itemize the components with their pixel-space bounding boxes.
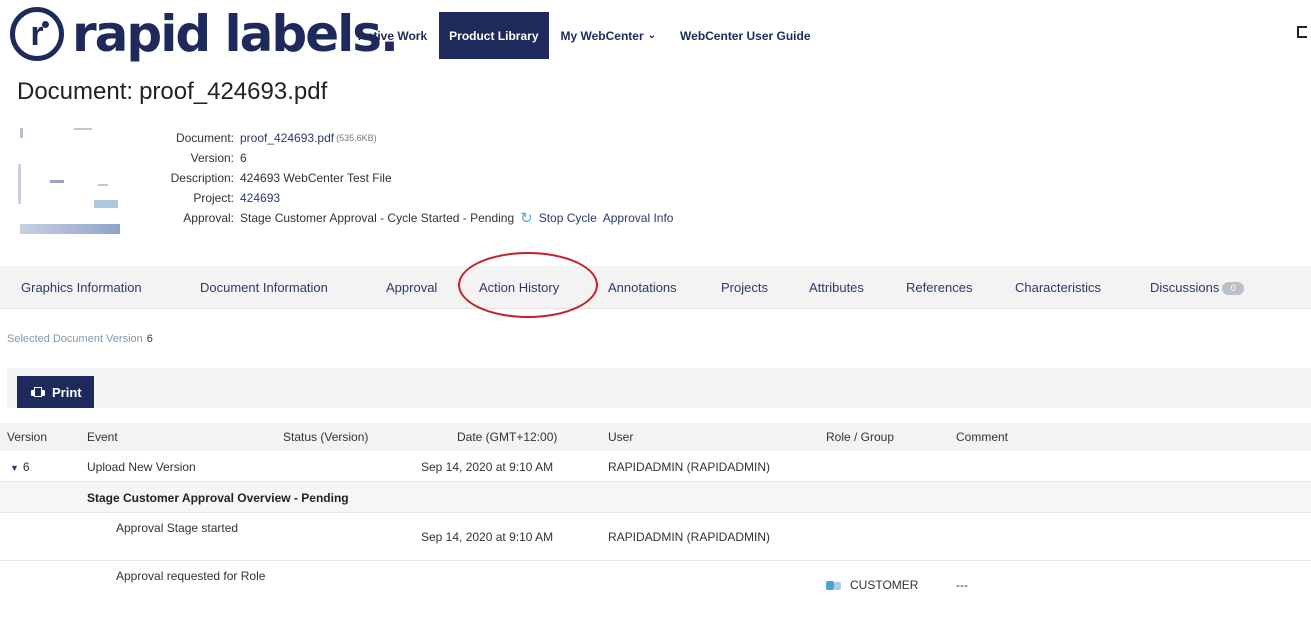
nav-user-guide[interactable]: WebCenter User Guide <box>668 12 822 59</box>
table-row[interactable]: Approval requested for Role CUSTOMER --- <box>0 561 1311 608</box>
nav-my-webcenter[interactable]: My WebCenter ⌄ <box>549 12 669 59</box>
tab-references[interactable]: References <box>906 280 972 295</box>
refresh-icon[interactable]: ↻ <box>520 209 533 227</box>
meta-approval-row: Approval: Stage Customer Approval - Cycl… <box>183 209 674 227</box>
tab-document-information[interactable]: Document Information <box>200 280 328 295</box>
chevron-down-icon: ⌄ <box>647 30 657 41</box>
discussions-count-badge: 0 <box>1222 282 1245 296</box>
document-metadata: Document: proof_424693.pdf (535.6KB) Ver… <box>140 128 674 228</box>
document-thumbnail[interactable] <box>16 124 124 240</box>
meta-document-row: Document: proof_424693.pdf (535.6KB) <box>175 131 377 145</box>
brand-logo[interactable]: r rapid labels. <box>10 4 399 64</box>
tab-annotations[interactable]: Annotations <box>608 280 677 295</box>
print-button[interactable]: Print <box>17 376 94 408</box>
tab-projects[interactable]: Projects <box>721 280 768 295</box>
nav-product-library[interactable]: Product Library <box>439 12 549 59</box>
tab-characteristics[interactable]: Characteristics <box>1015 280 1101 295</box>
meta-version-row: Version: 6 <box>190 151 247 165</box>
action-history-table: Version Event Status (Version) Date (GMT… <box>0 423 1311 608</box>
top-header: r rapid labels. Active Work Product Libr… <box>0 0 1311 68</box>
main-nav: Active Work Product Library My WebCenter… <box>346 12 823 59</box>
meta-description-row: Description: 424693 WebCenter Test File <box>170 171 392 185</box>
tab-graphics-information[interactable]: Graphics Information <box>21 280 142 295</box>
printer-icon <box>31 386 45 398</box>
document-file-link[interactable]: proof_424693.pdf <box>240 131 334 145</box>
table-row[interactable]: ▼ 6 Upload New Version Sep 14, 2020 at 9:… <box>0 451 1311 482</box>
title-label: Document: <box>17 78 134 105</box>
document-file-size: (535.6KB) <box>336 133 377 143</box>
version-toggle[interactable]: ▼ 6 <box>10 460 30 474</box>
approval-info-link[interactable]: Approval Info <box>603 211 674 225</box>
history-toolbar: Print <box>7 368 1311 408</box>
logo-mark: r <box>10 7 64 61</box>
tab-discussions[interactable]: Discussions 0 <box>1150 280 1245 296</box>
table-header: Version Event Status (Version) Date (GMT… <box>0 423 1311 451</box>
table-row[interactable]: Approval Stage started Sep 14, 2020 at 9… <box>0 513 1311 561</box>
nav-active-work[interactable]: Active Work <box>346 12 439 59</box>
role-group-icon <box>826 580 842 591</box>
project-link[interactable]: 424693 <box>240 191 280 205</box>
stage-group-row[interactable]: Stage Customer Approval Overview - Pendi… <box>0 482 1311 513</box>
tab-approval[interactable]: Approval <box>386 280 437 295</box>
triangle-down-icon: ▼ <box>10 463 19 473</box>
window-corner-icon[interactable] <box>1297 26 1307 38</box>
stop-cycle-link[interactable]: Stop Cycle <box>539 211 597 225</box>
page-title: Document: proof_424693.pdf <box>17 78 327 106</box>
tab-action-history[interactable]: Action History <box>479 280 559 295</box>
document-tabs: Graphics Information Document Informatio… <box>0 266 1311 309</box>
selected-version: Selected Document Version 6 <box>7 333 153 345</box>
tab-attributes[interactable]: Attributes <box>809 280 864 295</box>
approval-status: Stage Customer Approval - Cycle Started … <box>240 211 515 225</box>
title-document-name: proof_424693.pdf <box>139 78 328 105</box>
role-cell: CUSTOMER <box>826 578 918 592</box>
meta-project-row: Project: 424693 <box>193 191 281 205</box>
